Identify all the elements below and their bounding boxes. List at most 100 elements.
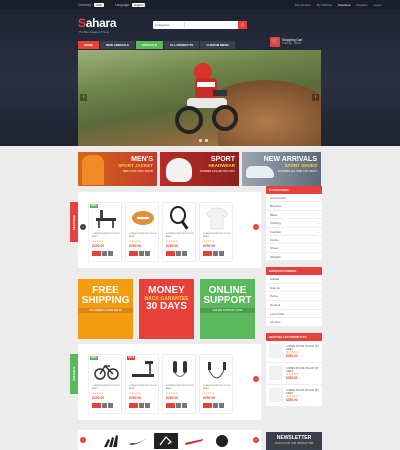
product-card[interactable]: LOREM IPSUM DOLOR SIT AMET ★★★★★ $250.00 — [162, 354, 196, 414]
add-to-cart-button[interactable] — [166, 251, 175, 256]
product-name[interactable]: LOREM IPSUM DOLOR SIT AMET — [129, 233, 158, 239]
hero-slider[interactable]: ‹ › — [78, 50, 321, 146]
product-card[interactable]: SALE LOREM IPSUM DOLOR SIT AMET ★★★★★ $2… — [125, 354, 159, 414]
adidas-logo[interactable] — [98, 433, 122, 449]
product-card[interactable]: LOREM IPSUM DOLOR SIT AMET ★★★★★ $250.00 — [125, 202, 159, 262]
bestseller-item[interactable]: LOREM IPSUM DOLOR SIT AMET ★★★★★ $250.00 — [266, 363, 322, 385]
search-category-select[interactable]: Categories — [155, 22, 185, 28]
featured-prev-arrow[interactable]: ‹ — [80, 224, 86, 230]
product-name[interactable]: LOREM IPSUM DOLOR SIT AMET — [203, 385, 232, 391]
currency-value[interactable]: USD — [93, 2, 104, 7]
specials-tab[interactable]: SPECIALS — [70, 354, 78, 394]
compare-button[interactable] — [219, 403, 224, 408]
manufacturer-item[interactable]: Reebok — [266, 301, 322, 310]
wishlist-button[interactable] — [102, 403, 107, 408]
compare-button[interactable] — [108, 251, 113, 256]
manufacturer-item[interactable]: Ck Nice — [266, 318, 322, 327]
nav-specials[interactable]: SPECIALS — [135, 41, 163, 49]
language-value[interactable]: English — [132, 2, 146, 7]
wishlist-button[interactable] — [139, 251, 144, 256]
compare-button[interactable] — [182, 251, 187, 256]
link-checkout[interactable]: Checkout — [338, 3, 351, 7]
slider-dot[interactable] — [193, 139, 196, 142]
add-to-cart-button[interactable] — [203, 403, 212, 408]
wishlist-button[interactable] — [213, 403, 218, 408]
product-name[interactable]: LOREM IPSUM DOLOR SIT AMET — [92, 385, 121, 391]
puma-logo[interactable] — [154, 433, 178, 449]
brands-next-arrow[interactable]: › — [253, 437, 259, 443]
product-name[interactable]: LOREM IPSUM DOLOR SIT AMET — [92, 233, 121, 239]
currency-selector[interactable]: Currency: USD — [78, 2, 104, 7]
expand-icon[interactable]: + — [317, 219, 319, 227]
product-card[interactable]: NEW LOREM IPSUM DOLOR SIT AMET ★★★★★ $25… — [88, 354, 122, 414]
category-item[interactable]: Optics — [266, 236, 322, 245]
product-card[interactable]: LOREM IPSUM DOLOR SIT AMET ★★★★★ $250.00 — [199, 354, 233, 414]
wishlist-button[interactable] — [102, 251, 107, 256]
featured-tab[interactable]: FEATURED — [70, 202, 78, 242]
category-item[interactable]: Bikes — [266, 211, 322, 220]
compare-button[interactable] — [145, 403, 150, 408]
add-to-cart-button[interactable] — [92, 403, 101, 408]
search-button[interactable]: ⌕ — [238, 21, 247, 29]
banner-sport-headwear[interactable]: SPORT HEADWEAR SUMMER COLLECTION 2014 — [160, 152, 239, 186]
promo-online-support[interactable]: ONLINE SUPPORT ONLINE SUPPORT 24/24 — [200, 279, 255, 339]
slider-dot[interactable] — [199, 139, 202, 142]
slider-dot[interactable] — [205, 139, 208, 142]
shopping-cart[interactable]: 🛒 Shopping Cart 0 item(s) - $0.00 — [270, 36, 302, 47]
promo-money-back[interactable]: MONEY BACK GARANTEE 30 DAYS — [139, 279, 194, 339]
manufacturer-item[interactable]: Nike Air — [266, 284, 322, 293]
category-item[interactable]: Accessories + — [266, 194, 322, 203]
category-item[interactable]: Bicycles — [266, 202, 322, 211]
wishlist-button[interactable] — [213, 251, 218, 256]
nav-home[interactable]: HOME — [78, 41, 99, 49]
manufacturer-item[interactable]: Puma — [266, 292, 322, 301]
featured-next-arrow[interactable]: › — [253, 224, 259, 230]
link-my-account[interactable]: My Account — [295, 3, 311, 7]
add-to-cart-button[interactable] — [92, 251, 101, 256]
nike-logo[interactable] — [126, 433, 150, 449]
category-item[interactable]: Football + — [266, 228, 322, 236]
manufacturer-item[interactable]: Adidas — [266, 275, 322, 284]
product-name[interactable]: LOREM IPSUM DOLOR SIT AMET — [166, 385, 195, 391]
wishlist-button[interactable] — [176, 403, 181, 408]
wishlist-button[interactable] — [176, 251, 181, 256]
product-name[interactable]: LOREM IPSUM DOLOR SIT AMET — [203, 233, 232, 239]
add-to-cart-button[interactable] — [129, 403, 138, 408]
category-item[interactable]: Shoes — [266, 244, 322, 253]
bestseller-item[interactable]: LOREM IPSUM DOLOR SIT AMET ★★★★★ $250.00 — [266, 385, 322, 407]
nav-custom-menu[interactable]: CUSTOM MENU — [200, 41, 235, 49]
nav-all-products[interactable]: ALL PRODUCTS — [163, 41, 200, 49]
slider-next-button[interactable]: › — [312, 94, 319, 101]
reebok-logo[interactable] — [182, 433, 206, 449]
add-to-cart-button[interactable] — [203, 251, 212, 256]
specials-next-arrow[interactable]: › — [253, 376, 259, 382]
manufacturer-item[interactable]: Luk & Duff — [266, 310, 322, 319]
link-log-in[interactable]: Log In — [374, 3, 382, 7]
logo[interactable]: Sahara — [78, 16, 117, 30]
banner-mens-jacket[interactable]: MEN'S SPORT JACKET NEW LOOK ONLY $39.00 — [78, 152, 157, 186]
add-to-cart-button[interactable] — [129, 251, 138, 256]
category-item[interactable]: Clothing + — [266, 219, 322, 228]
link-my-wishlist[interactable]: My Wishlist — [317, 3, 332, 7]
brand-logo[interactable] — [210, 433, 234, 449]
slider-prev-button[interactable]: ‹ — [80, 94, 87, 101]
expand-icon[interactable]: + — [317, 194, 319, 202]
nav-new-arrivals[interactable]: NEW ARRIVALS — [100, 41, 135, 49]
product-card[interactable]: NEW LOREM IPSUM DOLOR SIT AMET ★★★★★ $25… — [88, 202, 122, 262]
product-name[interactable]: LOREM IPSUM DOLOR SIT AMET — [166, 233, 195, 239]
banner-sport-shoes[interactable]: NEW ARRIVALS SPORT SHOES RUNNING ALL TIM… — [242, 152, 321, 186]
wishlist-button[interactable] — [139, 403, 144, 408]
compare-button[interactable] — [108, 403, 113, 408]
promo-free-shipping[interactable]: FREE SHIPPING ON ORDERS OVER $99.00 — [78, 279, 133, 339]
category-item[interactable]: Weights — [266, 253, 322, 262]
compare-button[interactable] — [219, 251, 224, 256]
bestseller-item[interactable]: LOREM IPSUM DOLOR SIT AMET ★★★★★ $250.00 — [266, 341, 322, 363]
brands-prev-arrow[interactable]: ‹ — [80, 437, 86, 443]
add-to-cart-button[interactable] — [166, 403, 175, 408]
product-card[interactable]: LOREM IPSUM DOLOR SIT AMET ★★★★★ $250.00 — [162, 202, 196, 262]
expand-icon[interactable]: + — [317, 228, 319, 236]
compare-button[interactable] — [145, 251, 150, 256]
language-selector[interactable]: Language: English — [115, 2, 146, 7]
link-register[interactable]: Register — [356, 3, 367, 7]
compare-button[interactable] — [182, 403, 187, 408]
